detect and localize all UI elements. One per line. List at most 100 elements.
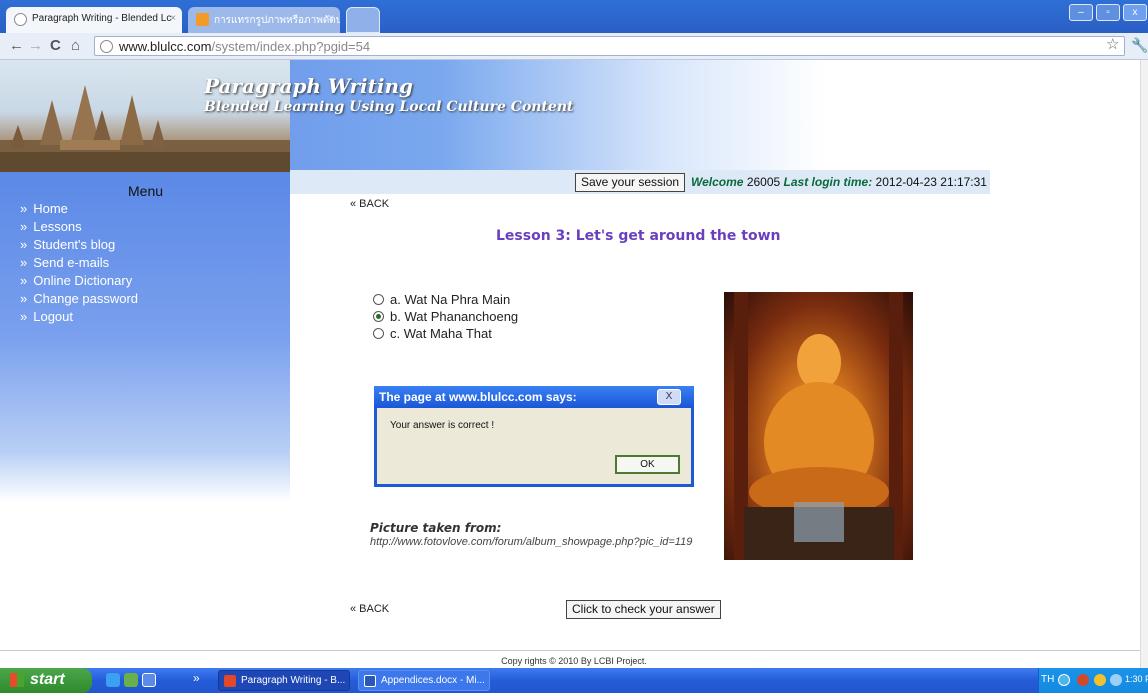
start-button[interactable]: start (0, 668, 92, 693)
option-label: a. Wat Na Phra Main (390, 292, 511, 307)
tab-paragraph-writing[interactable]: Paragraph Writing - Blended Lc × (6, 7, 182, 33)
tab-thai-page[interactable]: การแทรกรูปภาพหรือภาพตัดปะ - × (188, 7, 340, 33)
check-answer-button[interactable]: Click to check your answer (566, 600, 721, 619)
url-host: www.blulcc.com (119, 39, 212, 54)
minimize-button[interactable]: – (1069, 4, 1093, 21)
site-subtitle: Blended Learning Using Local Culture Con… (204, 99, 574, 115)
sidebar: Menu » Home » Lessons » Student's blog » Sen… (0, 172, 290, 502)
network-icon[interactable] (1058, 674, 1070, 686)
taskbar-item-word[interactable]: Appendices.docx - Mi... (358, 670, 490, 691)
dialog-title: The page at www.blulcc.com says: (374, 386, 694, 408)
page-icon (196, 13, 209, 26)
welcome-label: Welcome (691, 175, 744, 189)
tab-label: การแทรกรูปภาพหรือภาพตัดปะ - (214, 15, 340, 26)
save-session-button[interactable]: Save your session (575, 173, 686, 192)
lesson-title: Lesson 3: Let's get around the town (496, 228, 781, 244)
menu-item-logout[interactable]: » Logout (20, 308, 138, 326)
last-login-label: Last login time: (783, 175, 873, 189)
menu-item-home[interactable]: » Home (20, 200, 138, 218)
taskbar-item-chrome[interactable]: Paragraph Writing - B... (218, 670, 350, 691)
close-window-button[interactable]: x (1123, 4, 1147, 21)
maximize-button[interactable]: ▫ (1096, 4, 1120, 21)
screen: Paragraph Writing - Blended Lc × การแทรก… (0, 0, 1148, 693)
home-icon[interactable]: ⌂ (71, 37, 80, 55)
back-link-top[interactable]: « BACK (350, 198, 389, 210)
answer-option-c[interactable]: c. Wat Maha That (373, 326, 492, 341)
last-login-value: 2012-04-23 21:17:31 (875, 175, 987, 189)
radio-button[interactable] (373, 328, 384, 339)
user-id: 26005 (746, 175, 781, 189)
dialog-close-button[interactable]: X (657, 389, 681, 405)
windows-logo-icon (10, 673, 24, 687)
picture-source-url: http://www.fotovlove.com/forum/album_sho… (370, 536, 693, 548)
tab-close-icon[interactable]: × (170, 13, 176, 24)
globe-icon (100, 40, 113, 53)
menu-item-online-dictionary[interactable]: » Online Dictionary (20, 272, 138, 290)
internet-explorer-icon[interactable] (106, 673, 120, 687)
menu-item-label: Lessons (33, 219, 82, 234)
menu-arrow: » (20, 201, 28, 216)
menu-arrow: » (20, 291, 28, 306)
menu-item-label: Student's blog (33, 237, 116, 252)
volume-icon[interactable] (1094, 674, 1106, 686)
url-path: /system/index.php?pgid=54 (211, 39, 371, 54)
answer-option-b[interactable]: b. Wat Phananchoeng (373, 309, 518, 324)
menu-arrow: » (20, 237, 28, 252)
menu-item-students-blog[interactable]: » Student's blog (20, 236, 138, 254)
task-label: Appendices.docx - Mi... (381, 675, 485, 686)
menu-item-send-emails[interactable]: » Send e-mails (20, 254, 138, 272)
start-label: start (30, 671, 65, 688)
quick-launch-more-icon[interactable]: » (193, 671, 200, 685)
tab-label: Paragraph Writing - Blended Lc (32, 13, 172, 24)
reload-icon[interactable]: C (50, 37, 61, 55)
menu-item-label: Change password (33, 291, 139, 306)
word-icon (364, 675, 376, 687)
connection-icon[interactable] (1110, 674, 1122, 686)
security-icon[interactable] (1077, 674, 1089, 686)
site-title: Paragraph Writing (204, 74, 413, 98)
browser-tab-bar: Paragraph Writing - Blended Lc × การแทรก… (0, 0, 1148, 33)
bookmark-star-icon[interactable]: ☆ (1106, 35, 1119, 53)
menu-arrow: » (20, 219, 28, 234)
welcome-text: Welcome 26005 Last login time: 2012-04-2… (691, 175, 987, 189)
address-bar[interactable]: www.blulcc.com/system/index.php?pgid=54 (94, 36, 1125, 56)
tab-close-icon[interactable]: × (328, 13, 334, 24)
task-label: Paragraph Writing - B... (241, 675, 346, 686)
menu-arrow: » (20, 255, 28, 270)
copyright-footer: Copy rights © 2010 By LCBI Project. (0, 650, 1148, 668)
dialog-message: Your answer is correct ! (390, 420, 495, 431)
wrench-icon[interactable]: 🔧 (1131, 37, 1148, 54)
answer-option-a[interactable]: a. Wat Na Phra Main (373, 292, 510, 307)
buddha-statue-photo (724, 292, 913, 560)
language-indicator[interactable]: TH (1041, 674, 1054, 685)
back-link-bottom[interactable]: « BACK (350, 603, 389, 615)
menu-list: » Home » Lessons » Student's blog » Send e-m… (20, 200, 138, 326)
clock[interactable]: 1:30 PM (1125, 674, 1148, 684)
menu-item-label: Logout (33, 309, 73, 324)
browser-toolbar: ← → C ⌂ www.blulcc.com/system/index.php?… (0, 33, 1148, 60)
alert-dialog: The page at www.blulcc.com says: X Your … (374, 386, 694, 487)
radio-button[interactable] (373, 294, 384, 305)
dialog-ok-button[interactable]: OK (615, 455, 680, 474)
picture-source-label: Picture taken from: (370, 521, 502, 535)
menu-item-change-password[interactable]: » Change password (20, 290, 138, 308)
option-label: c. Wat Maha That (390, 326, 492, 341)
menu-item-label: Home (33, 201, 68, 216)
page-icon (14, 13, 27, 26)
taskbar: start » Paragraph Writing - B... Appendi… (0, 668, 1148, 693)
menu-arrow: » (20, 273, 28, 288)
option-label: b. Wat Phananchoeng (390, 309, 519, 324)
desktop-icon[interactable] (142, 673, 156, 687)
radio-button-selected[interactable] (373, 311, 384, 322)
menu-title: Menu (128, 183, 164, 199)
back-arrow-icon[interactable]: ← (9, 37, 24, 55)
chrome-icon (224, 675, 236, 687)
page-scrollbar[interactable] (1140, 60, 1148, 668)
forward-arrow-icon[interactable]: → (28, 37, 43, 55)
menu-item-lessons[interactable]: » Lessons (20, 218, 138, 236)
menu-item-label: Send e-mails (33, 255, 110, 270)
menu-item-label: Online Dictionary (33, 273, 133, 288)
media-icon[interactable] (124, 673, 138, 687)
menu-arrow: » (20, 309, 28, 324)
new-tab-button[interactable] (346, 7, 380, 33)
